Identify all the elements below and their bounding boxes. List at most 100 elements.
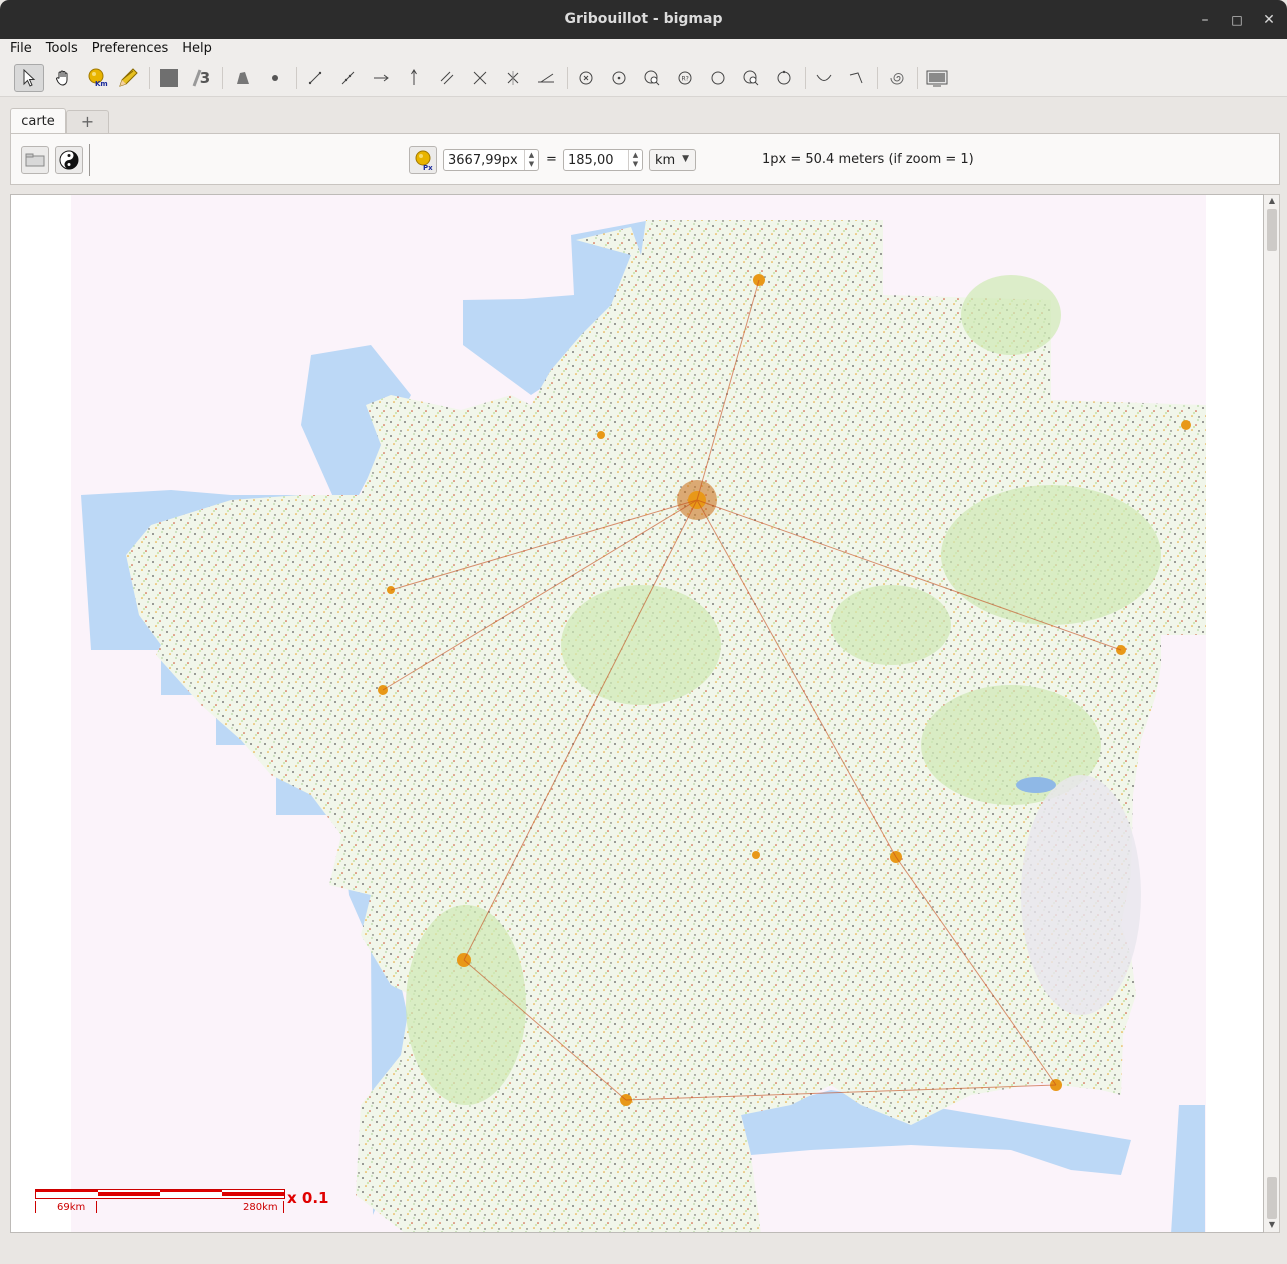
- vertical-scrollbar[interactable]: ▲ ▼: [1264, 194, 1280, 1233]
- arc-tool-button[interactable]: [842, 64, 872, 92]
- pixels-value: 3667,99px: [448, 153, 518, 168]
- circle-tool-button[interactable]: [703, 64, 733, 92]
- spiral-icon: [890, 73, 904, 85]
- svg-text:R?: R?: [682, 76, 689, 83]
- px-badge: Px: [423, 164, 433, 172]
- minimize-button[interactable]: –: [1195, 10, 1215, 30]
- unit-select[interactable]: km ▼: [649, 149, 696, 171]
- scale-bar-segment: [36, 1190, 98, 1192]
- point-icon: [272, 75, 278, 81]
- layer-button[interactable]: 3: [186, 64, 216, 92]
- maximize-button[interactable]: □: [1227, 10, 1247, 30]
- ray-icon: [374, 74, 389, 82]
- scroll-thumb[interactable]: [1267, 209, 1277, 251]
- scale-info-text: 1px = 50.4 meters (if zoom = 1): [762, 152, 974, 167]
- circle-center-tool-button[interactable]: [571, 64, 601, 92]
- vertical-tool-button[interactable]: [399, 64, 429, 92]
- lake-geneva: [1016, 777, 1056, 793]
- contrast-button[interactable]: [55, 146, 83, 174]
- fill-color-button[interactable]: [154, 64, 184, 92]
- alps-area: [1021, 775, 1141, 1015]
- pencil-icon: [119, 68, 138, 87]
- screenshot-button[interactable]: [922, 64, 952, 92]
- circle-cross-icon: [579, 71, 593, 85]
- circle-arc-tool-button[interactable]: [769, 64, 799, 92]
- pan-tool-button[interactable]: [48, 64, 78, 92]
- pointer-tool-button[interactable]: [14, 64, 44, 92]
- panel-separator: [89, 144, 90, 176]
- bisector-tool-button[interactable]: [498, 64, 528, 92]
- menu-bar: File Tools Preferences Help: [0, 39, 1287, 59]
- menu-file[interactable]: File: [0, 39, 40, 59]
- scale-bar-ruler: [35, 1189, 285, 1199]
- scroll-up-icon[interactable]: ▲: [1264, 196, 1280, 205]
- circle-icon: [711, 71, 725, 85]
- bisector-icon: [507, 71, 519, 85]
- km-scale-button[interactable]: Km: [82, 64, 112, 92]
- circle-search-2-tool-button[interactable]: [736, 64, 766, 92]
- distance-spin-arrows[interactable]: ▲ ▼: [628, 150, 642, 170]
- scale-tick: [35, 1201, 36, 1213]
- ray-tool-button[interactable]: [366, 64, 396, 92]
- circle-search-tool-button[interactable]: [637, 64, 667, 92]
- menu-help[interactable]: Help: [176, 39, 220, 59]
- parallel-tool-button[interactable]: [432, 64, 462, 92]
- parallel-icon: [440, 71, 454, 85]
- open-image-button[interactable]: [21, 146, 49, 174]
- yin-yang-icon: [59, 150, 79, 170]
- add-tab-button[interactable]: +: [66, 110, 109, 134]
- circle-radius-tool-button[interactable]: R?: [670, 64, 700, 92]
- menu-tools[interactable]: Tools: [40, 39, 86, 59]
- pixels-spin-arrows[interactable]: ▲ ▼: [524, 150, 538, 170]
- segment-icon: [308, 71, 322, 85]
- triangle-icon: [237, 72, 249, 84]
- menu-preferences[interactable]: Preferences: [86, 39, 176, 59]
- distance-spinbox[interactable]: 185,00 ▲ ▼: [563, 149, 643, 171]
- scale-label-left: 69km: [57, 1202, 86, 1213]
- pixel-scale-button[interactable]: Px: [409, 146, 437, 174]
- distance-value: 185,00: [568, 153, 614, 168]
- close-button[interactable]: ✕: [1259, 10, 1279, 30]
- layer-number: 3: [199, 69, 211, 87]
- toolbar: Km 3 R?: [0, 59, 1287, 97]
- scale-bar-segment: [98, 1192, 160, 1196]
- perpendicular-tool-button[interactable]: [465, 64, 495, 92]
- vertical-line-icon: [411, 69, 417, 85]
- tab-carte[interactable]: carte: [10, 108, 66, 134]
- km-badge: Km: [95, 80, 108, 88]
- window-title: Gribouillot - bigmap: [564, 11, 723, 27]
- hand-pan-icon: [56, 70, 68, 86]
- scale-tick: [283, 1201, 284, 1213]
- scale-panel: Px 3667,99px ▲ ▼ = 185,00 ▲ ▼ km ▼ 1px = 5…: [10, 133, 1280, 185]
- pixels-spinbox[interactable]: 3667,99px ▲ ▼: [443, 149, 539, 171]
- polygon-tool-button[interactable]: [227, 64, 257, 92]
- scale-bar-segment: [222, 1192, 284, 1196]
- draw-tool-button[interactable]: [113, 64, 143, 92]
- scale-label-right: 280km: [243, 1202, 278, 1213]
- france-map-image: [81, 220, 1206, 1232]
- scroll-down-icon[interactable]: ▼: [1264, 1220, 1280, 1229]
- scroll-thumb-lower[interactable]: [1267, 1177, 1277, 1219]
- folder-image-icon: [25, 153, 45, 167]
- map-canvas[interactable]: [10, 194, 1264, 1233]
- title-bar: Gribouillot - bigmap – □ ✕: [0, 0, 1287, 39]
- status-bar: [0, 1240, 1287, 1264]
- app-window: Gribouillot - bigmap – □ ✕ File Tools Pr…: [0, 0, 1287, 1264]
- unit-value: km: [655, 153, 676, 168]
- circle-arc-icon: [777, 70, 791, 85]
- circle-radius-icon: R?: [678, 71, 692, 85]
- scale-bar-segment: [160, 1190, 222, 1192]
- point-tool-button[interactable]: [260, 64, 290, 92]
- pointer-icon: [23, 69, 36, 87]
- circle-point-tool-button[interactable]: [604, 64, 634, 92]
- spiral-tool-button[interactable]: [882, 64, 912, 92]
- equals-sign: =: [546, 152, 557, 167]
- segment-tool-button[interactable]: [300, 64, 330, 92]
- screen-icon: [926, 70, 948, 87]
- angle-tool-button[interactable]: [531, 64, 561, 92]
- curve-tool-button[interactable]: [809, 64, 839, 92]
- square-fill-icon: [160, 69, 178, 87]
- line-tool-button[interactable]: [333, 64, 363, 92]
- arc-icon: [849, 72, 863, 84]
- curve-icon: [816, 74, 832, 81]
